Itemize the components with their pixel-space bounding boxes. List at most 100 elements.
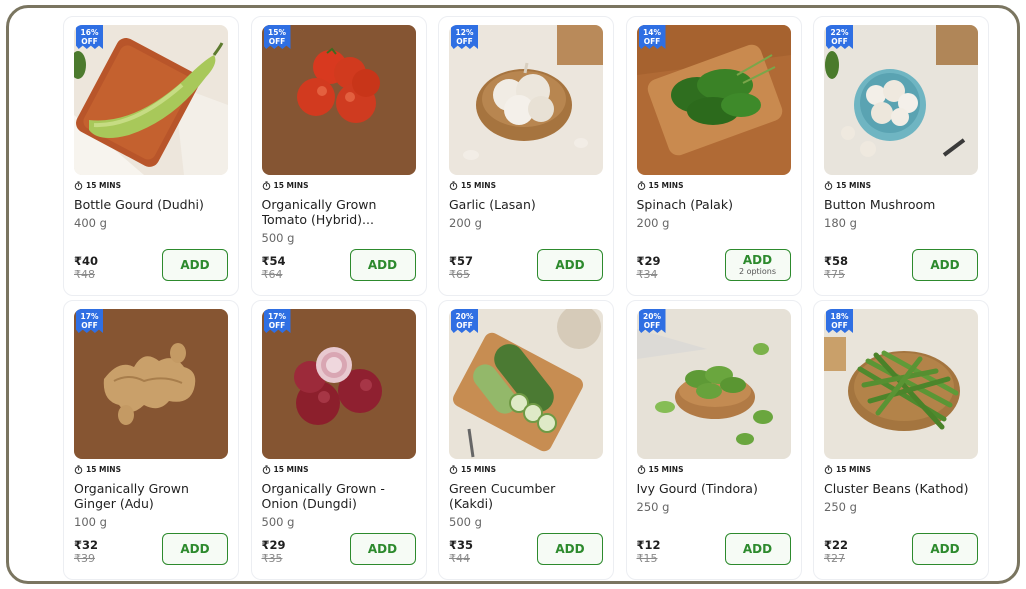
product-listing-frame: 16% OFF 15 MINS Bottle Gourd (Dudhi) 400… bbox=[6, 5, 1020, 584]
product-name[interactable]: Cluster Beans (Kathod) bbox=[824, 481, 978, 496]
product-quantity: 250 g bbox=[636, 500, 670, 514]
eta-label: 15 MINS bbox=[461, 180, 496, 190]
add-to-cart-button[interactable]: ADD bbox=[912, 533, 978, 565]
price-block: ₹29 ₹34 bbox=[636, 254, 661, 282]
spinach-illustration bbox=[636, 25, 791, 175]
eta-label: 15 MINS bbox=[836, 180, 871, 190]
add-to-cart-button[interactable]: ADD bbox=[724, 533, 791, 565]
product-name[interactable]: Organically Grown Tomato (Hybrid)... bbox=[262, 197, 416, 227]
discount-off-label: OFF bbox=[831, 37, 848, 46]
add-to-cart-button[interactable]: ADD bbox=[162, 249, 228, 281]
product-image-ivy-gourd[interactable]: 20% OFF bbox=[636, 309, 791, 459]
product-card-ivy-gourd[interactable]: 20% OFF 15 MINS Ivy Gourd (Tindora) 250 … bbox=[625, 300, 802, 580]
selling-price: ₹35 bbox=[449, 538, 474, 552]
stopwatch-icon bbox=[74, 464, 83, 474]
discount-badge: 15% OFF bbox=[263, 25, 291, 49]
discount-badge: 20% OFF bbox=[451, 309, 478, 333]
price-block: ₹12 ₹15 bbox=[636, 539, 661, 566]
discount-off-label: OFF bbox=[456, 321, 473, 330]
discount-off-label: OFF bbox=[268, 321, 286, 330]
product-name[interactable]: Button Mushroom bbox=[824, 197, 978, 212]
discount-percent: 20% bbox=[455, 312, 474, 321]
discount-off-label: OFF bbox=[831, 321, 848, 330]
eta-label: 15 MINS bbox=[273, 180, 309, 190]
product-name[interactable]: Organically Grown Ginger (Adu) bbox=[74, 481, 228, 511]
product-image-bottle-gourd[interactable]: 16% OFF bbox=[74, 25, 228, 175]
original-price: ₹15 bbox=[636, 552, 658, 565]
discount-badge: 17% OFF bbox=[76, 309, 103, 333]
stopwatch-icon bbox=[262, 464, 270, 474]
garlic-illustration bbox=[449, 25, 603, 175]
product-name[interactable]: Spinach (Palak) bbox=[637, 197, 791, 212]
add-button-label: ADD bbox=[367, 257, 398, 272]
tomato-illustration bbox=[261, 25, 416, 175]
discount-off-label: OFF bbox=[81, 37, 98, 46]
product-image-onion[interactable]: 17% OFF bbox=[261, 309, 416, 459]
product-card-spinach[interactable]: 14% OFF 15 MINS Spinach (Palak) 200 g ₹2… bbox=[625, 16, 802, 296]
product-name[interactable]: Garlic (Lasan) bbox=[449, 197, 603, 212]
add-button-label: ADD bbox=[742, 541, 773, 556]
discount-percent: 22% bbox=[830, 28, 849, 37]
add-to-cart-button[interactable]: ADD bbox=[349, 533, 416, 565]
add-to-cart-button[interactable]: ADD 2 options bbox=[724, 249, 791, 281]
add-to-cart-button[interactable]: ADD bbox=[537, 249, 603, 281]
selling-price: ₹29 bbox=[261, 538, 286, 552]
stopwatch-icon bbox=[824, 180, 833, 190]
product-image-ginger[interactable]: 17% OFF bbox=[74, 309, 228, 459]
add-button-label: ADD bbox=[555, 541, 585, 556]
product-image-tomato[interactable]: 15% OFF bbox=[261, 25, 416, 175]
product-card-bottle-gourd[interactable]: 16% OFF 15 MINS Bottle Gourd (Dudhi) 400… bbox=[63, 16, 239, 296]
delivery-eta: 15 MINS bbox=[74, 179, 228, 191]
add-to-cart-button[interactable]: ADD bbox=[912, 249, 978, 281]
product-card-cucumber[interactable]: 20% OFF 15 MINS Green Cucumber (Kakdi) 5… bbox=[438, 300, 614, 580]
selling-price: ₹32 bbox=[74, 538, 99, 552]
add-to-cart-button[interactable]: ADD bbox=[537, 533, 603, 565]
product-name[interactable]: Ivy Gourd (Tindora) bbox=[637, 481, 791, 496]
product-quantity: 500 g bbox=[261, 231, 295, 245]
stopwatch-icon bbox=[824, 464, 833, 474]
discount-badge: 14% OFF bbox=[638, 25, 666, 49]
discount-off-label: OFF bbox=[81, 321, 98, 330]
product-card-garlic[interactable]: 12% OFF 15 MINS Garlic (Lasan) 200 g ₹57… bbox=[438, 16, 614, 296]
eta-label: 15 MINS bbox=[273, 464, 309, 474]
discount-percent: 20% bbox=[643, 312, 661, 321]
product-card-onion[interactable]: 17% OFF 15 MINS Organically Grown - Onio… bbox=[250, 300, 427, 580]
delivery-eta: 15 MINS bbox=[637, 179, 791, 191]
discount-percent: 14% bbox=[643, 28, 661, 37]
selling-price: ₹29 bbox=[636, 254, 661, 268]
product-name[interactable]: Organically Grown - Onion (Dungdi) bbox=[262, 481, 416, 511]
product-quantity: 200 g bbox=[449, 216, 482, 230]
original-price: ₹65 bbox=[449, 268, 470, 281]
add-to-cart-button[interactable]: ADD bbox=[349, 249, 416, 281]
stopwatch-icon bbox=[262, 180, 270, 190]
eta-label: 15 MINS bbox=[461, 464, 496, 474]
add-button-label: ADD bbox=[930, 541, 960, 556]
product-image-cucumber[interactable]: 20% OFF bbox=[449, 309, 603, 459]
product-image-cluster-beans[interactable]: 18% OFF bbox=[824, 309, 978, 459]
product-card-cluster-beans[interactable]: 18% OFF 15 MINS Cluster Beans (Kathod) 2… bbox=[813, 300, 989, 580]
product-image-mushroom[interactable]: 22% OFF bbox=[824, 25, 978, 175]
options-count: 2 options bbox=[738, 266, 777, 276]
discount-badge: 22% OFF bbox=[826, 25, 853, 49]
add-button-label: ADD bbox=[930, 257, 960, 272]
ginger-illustration bbox=[74, 309, 228, 459]
original-price: ₹48 bbox=[74, 268, 95, 281]
product-card-ginger[interactable]: 17% OFF 15 MINS Organically Grown Ginger… bbox=[63, 300, 239, 580]
product-name[interactable]: Bottle Gourd (Dudhi) bbox=[74, 197, 228, 212]
product-image-garlic[interactable]: 12% OFF bbox=[449, 25, 603, 175]
product-grid: 16% OFF 15 MINS Bottle Gourd (Dudhi) 400… bbox=[63, 16, 989, 580]
product-name[interactable]: Green Cucumber (Kakdi) bbox=[449, 481, 603, 511]
price-block: ₹54 ₹64 bbox=[262, 255, 286, 282]
add-to-cart-button[interactable]: ADD bbox=[162, 533, 228, 565]
product-card-mushroom[interactable]: 22% OFF 15 MINS Button Mushroom 180 g ₹5… bbox=[813, 16, 989, 296]
price-row: ₹32 ₹39 ADD bbox=[74, 533, 228, 565]
delivery-eta: 15 MINS bbox=[824, 179, 978, 191]
original-price: ₹34 bbox=[636, 268, 658, 281]
discount-badge: 16% OFF bbox=[76, 25, 103, 49]
delivery-eta: 15 MINS bbox=[449, 463, 603, 475]
add-button-label: ADD bbox=[180, 257, 210, 272]
product-image-spinach[interactable]: 14% OFF bbox=[636, 25, 791, 175]
stopwatch-icon bbox=[74, 180, 83, 190]
discount-off-label: OFF bbox=[643, 37, 661, 46]
product-card-tomato[interactable]: 15% OFF 15 MINS Organically Grown Tomato… bbox=[250, 16, 427, 296]
